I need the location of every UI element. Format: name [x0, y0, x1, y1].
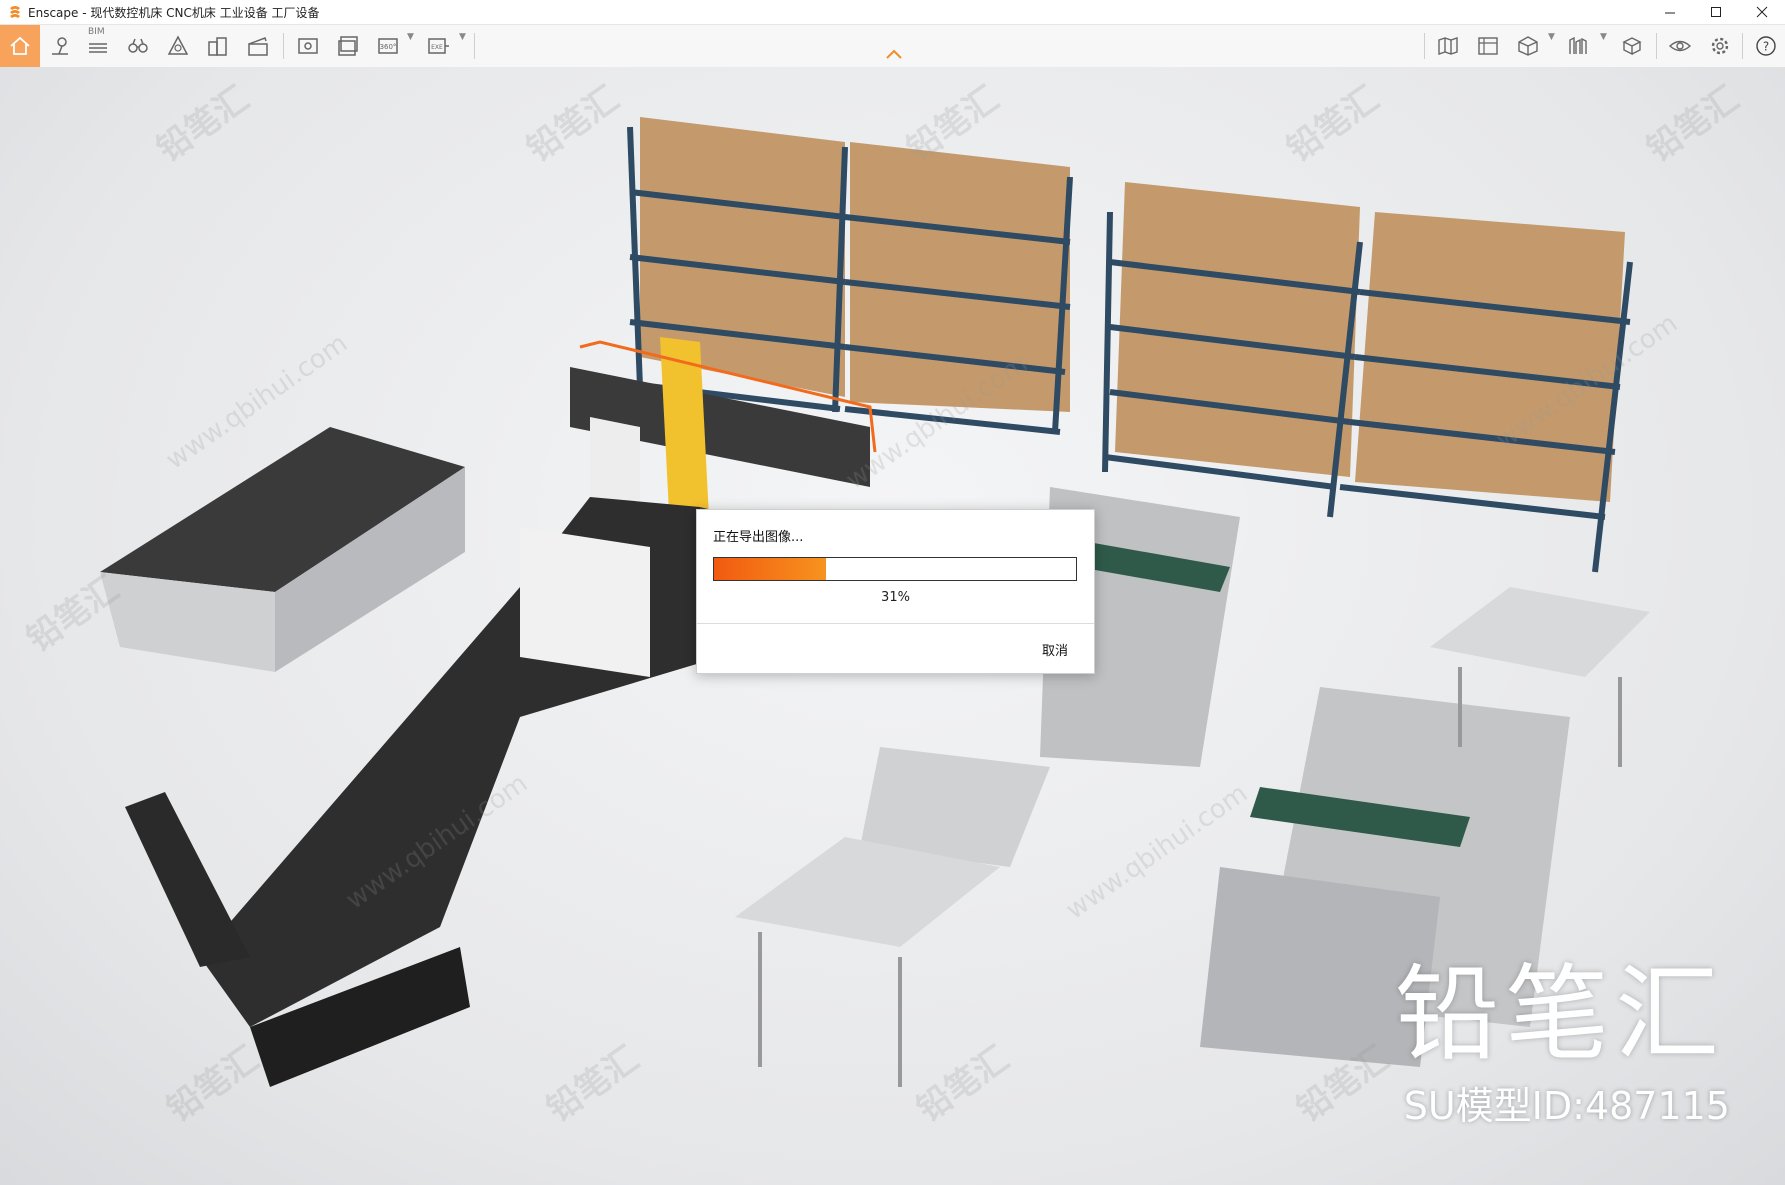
close-button[interactable] — [1739, 0, 1785, 24]
asset-library-button[interactable] — [1614, 28, 1650, 64]
toolbar-separator — [474, 33, 475, 59]
asset-box-button[interactable] — [1510, 28, 1546, 64]
help-icon: ? — [1756, 36, 1776, 56]
cancel-button[interactable]: 取消 — [1042, 640, 1068, 659]
brand-logo-text: 铅笔汇 — [1394, 953, 1725, 1075]
visual-settings-icon — [1668, 40, 1692, 52]
location-button[interactable] — [42, 28, 78, 64]
asset-dropdown-icon[interactable]: ▼ — [1548, 32, 1555, 42]
export-progress-dialog: 正在导出图像... 31% 取消 — [696, 509, 1095, 674]
toolbar-separator — [1656, 33, 1657, 59]
export-progress-bar — [713, 557, 1077, 581]
home-icon — [10, 36, 30, 55]
toolbar-separator — [283, 33, 284, 59]
panorama-dropdown-icon[interactable]: ▼ — [407, 32, 414, 42]
asset-box-icon — [1518, 36, 1538, 56]
atlas-icon — [1478, 37, 1498, 55]
work-table — [735, 837, 1000, 1087]
material-icon — [167, 35, 189, 55]
laser-cutting-table — [100, 427, 465, 672]
minimize-button[interactable] — [1647, 0, 1693, 24]
bim-button[interactable] — [80, 28, 116, 64]
clapper-icon — [248, 37, 268, 56]
atlas-button[interactable] — [1470, 28, 1506, 64]
window-title: Enscape - 现代数控机床 CNC机床 工业设备 工厂设备 — [28, 5, 320, 20]
video-editor-button[interactable] — [240, 28, 276, 64]
svg-text:?: ? — [1763, 40, 1769, 54]
buildings-icon — [208, 37, 227, 56]
toolbar-separator — [1742, 33, 1743, 59]
export-exe-icon: EXE — [428, 38, 449, 54]
views-button[interactable] — [1560, 28, 1596, 64]
export-dropdown-icon[interactable]: ▼ — [459, 32, 466, 42]
home-button[interactable] — [0, 25, 40, 67]
views-icon — [1569, 36, 1587, 54]
close-icon — [1756, 6, 1768, 18]
panorama-360-icon: 360° — [378, 38, 398, 54]
visual-settings-button[interactable] — [1662, 28, 1698, 64]
title-bar: Enscape - 现代数控机床 CNC机床 工业设备 工厂设备 — [0, 0, 1785, 25]
batch-render-icon — [338, 36, 358, 56]
toolbar: BIM 360° ▼ EXE ▼ ▼ ▼ ? — [0, 25, 1785, 68]
minimize-icon — [1665, 12, 1675, 14]
asset-library-icon — [1622, 37, 1642, 56]
svg-text:EXE: EXE — [431, 44, 443, 51]
progress-fill — [714, 558, 827, 580]
toolbar-separator — [1424, 33, 1425, 59]
svg-text:360°: 360° — [380, 43, 397, 51]
binoculars-button[interactable] — [120, 28, 156, 64]
material-button[interactable] — [160, 28, 196, 64]
views-dropdown-icon[interactable]: ▼ — [1600, 32, 1607, 42]
map-icon — [1438, 37, 1458, 55]
maximize-icon — [1711, 7, 1721, 17]
dialog-title: 正在导出图像... — [713, 530, 804, 545]
enscape-logo-icon — [10, 6, 20, 18]
location-pin-icon — [52, 37, 68, 55]
binoculars-icon — [128, 38, 148, 53]
model-id-text: SU模型ID:487115 — [1403, 1084, 1730, 1128]
progress-percent: 31% — [881, 590, 910, 605]
dialog-divider — [697, 623, 1094, 624]
screenshot-icon — [298, 38, 318, 54]
settings-icon — [1711, 37, 1729, 55]
help-button[interactable]: ? — [1748, 28, 1784, 64]
buildings-button[interactable] — [200, 28, 236, 64]
panorama-button[interactable]: 360° — [370, 28, 406, 64]
settings-button[interactable] — [1702, 28, 1738, 64]
map-button[interactable] — [1430, 28, 1466, 64]
screenshot-button[interactable] — [290, 28, 326, 64]
collapse-toolbar-chevron-icon[interactable] — [884, 48, 904, 60]
export-button[interactable]: EXE — [420, 28, 456, 64]
batch-render-button[interactable] — [330, 28, 366, 64]
storage-shelf — [1102, 182, 1363, 518]
bim-list-icon — [89, 43, 107, 53]
maximize-button[interactable] — [1693, 0, 1739, 24]
